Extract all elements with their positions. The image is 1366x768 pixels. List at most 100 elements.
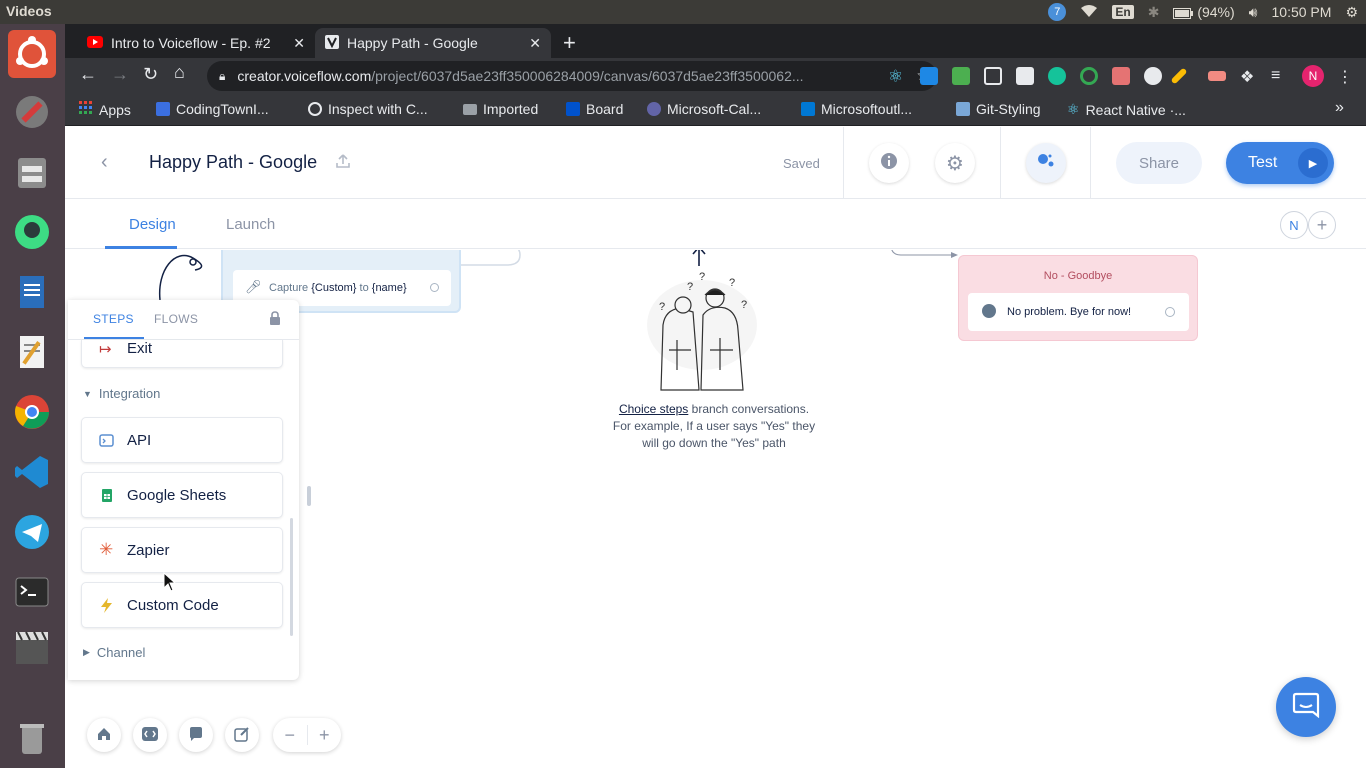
home-button[interactable] — [87, 718, 121, 752]
bluetooth-icon[interactable]: ✱ — [1148, 4, 1160, 21]
bookmark-item[interactable]: Board — [566, 101, 623, 117]
forward-arrow-icon[interactable]: → — [111, 64, 129, 85]
battery-indicator[interactable]: (94%) — [1173, 4, 1235, 20]
outlook-icon — [801, 102, 815, 116]
browser-tab[interactable]: Intro to Voiceflow - Ep. #2 ✕ — [77, 28, 315, 58]
close-tab-icon[interactable]: ✕ — [293, 35, 305, 52]
new-tab-button[interactable]: + — [563, 30, 576, 56]
speak-port[interactable] — [1165, 307, 1175, 317]
upload-icon[interactable] — [335, 153, 351, 174]
chevron-left-icon[interactable]: ‹ — [101, 151, 108, 174]
text-editor-icon[interactable] — [8, 328, 56, 376]
info-button[interactable] — [869, 143, 909, 183]
zoom-in-button[interactable]: + — [308, 725, 342, 746]
step-custom-code[interactable]: Custom Code — [81, 582, 283, 628]
bookmark-item[interactable]: CodingTownI... — [156, 101, 269, 117]
tab-launch[interactable]: Launch — [226, 216, 275, 233]
edit-button[interactable] — [225, 718, 259, 752]
lock-icon[interactable] — [269, 311, 281, 328]
keyboard-layout-indicator[interactable]: En — [1112, 5, 1134, 19]
project-header: ‹ Happy Path - Google Saved ⚙ Share Test… — [65, 127, 1366, 199]
speak-step[interactable]: No problem. Bye for now! — [968, 293, 1189, 331]
react-devtools-icon[interactable]: ⚛ — [888, 67, 906, 86]
bookmark-item[interactable]: Microsoftoutl... — [801, 101, 912, 117]
profile-avatar[interactable]: N — [1302, 65, 1324, 87]
section-integration[interactable]: ▼ Integration — [83, 386, 160, 401]
browser-tab-active[interactable]: Happy Path - Google ✕ — [315, 28, 551, 58]
bookmark-item[interactable]: Inspect with C... — [308, 101, 428, 117]
bookmark-item[interactable]: Git-Styling — [956, 101, 1041, 117]
settings-tools-icon[interactable] — [8, 88, 56, 136]
step-api[interactable]: API — [81, 417, 283, 463]
volume-icon[interactable]: 🔊︎ — [1249, 4, 1258, 21]
settings-button[interactable]: ⚙ — [935, 143, 975, 183]
collaborator-avatar[interactable]: N — [1280, 211, 1308, 239]
google-assistant-button[interactable] — [1026, 143, 1066, 183]
extension-icon[interactable] — [1144, 67, 1162, 85]
extension-circle-icon[interactable] — [1080, 67, 1098, 85]
add-collaborator-button[interactable]: + — [1308, 211, 1336, 239]
tab-flows[interactable]: FLOWS — [154, 312, 198, 326]
comment-icon — [188, 726, 204, 745]
video-editor-icon[interactable] — [8, 624, 56, 672]
bookmark-item[interactable]: ⚛ React Native ·... — [1067, 101, 1186, 118]
support-chat-button[interactable] — [1276, 677, 1336, 737]
code-button[interactable] — [133, 718, 167, 752]
capture-port[interactable] — [430, 283, 439, 292]
block-title[interactable]: No - Goodbye — [959, 270, 1197, 282]
ubuntu-logo-icon[interactable] — [8, 30, 56, 78]
bookmark-item[interactable]: Microsoft-Cal... — [647, 101, 761, 117]
address-bar[interactable]: 🔒︎ creator.voiceflow.com /project/6037d5… — [207, 61, 937, 91]
home-icon[interactable]: ⌂ — [174, 62, 185, 83]
bookmark-item[interactable]: Imported — [463, 101, 538, 117]
clock[interactable]: 10:50 PM — [1272, 4, 1332, 20]
comment-button[interactable] — [179, 718, 213, 752]
reload-icon[interactable]: ↻ — [143, 64, 158, 85]
bookmark-item[interactable]: Apps — [79, 101, 131, 118]
extension-icon[interactable] — [1112, 67, 1130, 85]
extension-icon[interactable] — [920, 67, 938, 85]
step-google-sheets[interactable]: Google Sheets — [81, 472, 283, 518]
capture-middle: to — [359, 282, 369, 294]
panel-resize-handle[interactable] — [307, 486, 311, 506]
bookmarks-overflow-icon[interactable]: » — [1335, 99, 1344, 117]
share-button[interactable]: Share — [1116, 142, 1202, 184]
notification-badge[interactable]: 7 — [1048, 3, 1067, 21]
chrome-icon[interactable] — [8, 388, 56, 436]
capture-prefix: Capture — [269, 282, 309, 294]
close-tab-icon[interactable]: ✕ — [529, 35, 541, 52]
goodbye-block[interactable]: No - Goodbye No problem. Bye for now! — [958, 255, 1198, 341]
test-button[interactable]: Test ▶ — [1226, 142, 1334, 184]
color-picker-icon[interactable] — [1170, 67, 1188, 85]
trash-icon[interactable] — [8, 714, 56, 762]
tab-steps[interactable]: STEPS — [93, 312, 134, 326]
extension-icon[interactable] — [1208, 71, 1226, 81]
terminal-icon[interactable] — [8, 568, 56, 616]
reading-list-icon[interactable]: ≡ — [1271, 67, 1289, 85]
grid-extension-icon[interactable] — [984, 67, 1002, 85]
project-title[interactable]: Happy Path - Google — [149, 152, 317, 173]
section-channel[interactable]: ▶ Channel — [83, 645, 145, 660]
gear-icon[interactable]: ⚙ — [1345, 4, 1358, 21]
file-manager-icon[interactable] — [8, 148, 56, 196]
bookmark-label: Board — [586, 101, 624, 117]
back-arrow-icon[interactable]: ← — [79, 64, 97, 85]
choice-hint-line2: For example, If a user says "Yes" they w… — [612, 419, 816, 450]
image-extension-icon[interactable] — [1016, 67, 1034, 85]
cors-extension-icon[interactable] — [952, 67, 970, 85]
step-zapier[interactable]: ✳ Zapier — [81, 527, 283, 573]
libreoffice-writer-icon[interactable] — [8, 268, 56, 316]
zoom-out-button[interactable]: − — [273, 725, 307, 746]
tab-design[interactable]: Design — [129, 216, 176, 233]
kebab-menu-icon[interactable]: ⋮ — [1337, 67, 1355, 86]
puzzle-extensions-icon[interactable]: ❖ — [1240, 67, 1258, 86]
choice-steps-link[interactable]: Choice steps — [619, 402, 688, 416]
vscode-icon[interactable] — [8, 448, 56, 496]
telegram-icon[interactable] — [8, 508, 56, 556]
google-assistant-icon — [1036, 151, 1056, 176]
panel-scrollbar[interactable] — [290, 518, 293, 636]
wifi-icon[interactable] — [1080, 4, 1098, 21]
grammarly-icon[interactable] — [1048, 67, 1066, 85]
android-studio-icon[interactable] — [8, 208, 56, 256]
step-exit[interactable]: ↦ Exit — [81, 340, 283, 368]
